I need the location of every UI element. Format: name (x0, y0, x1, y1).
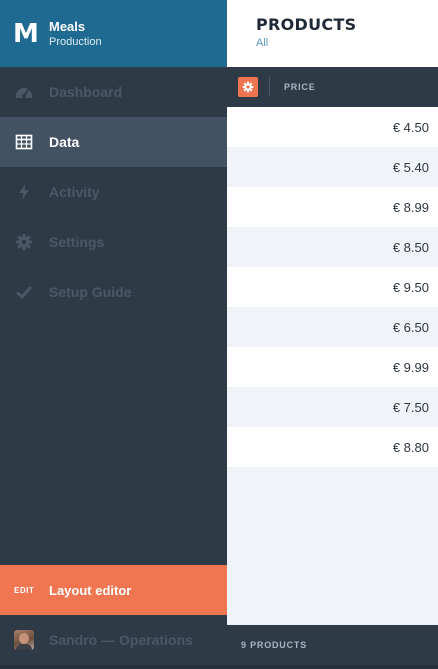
dashboard-icon (15, 83, 33, 101)
main-panel: PRODUCTS All PRICE € 4.50 € 5.40 € 8.99 … (227, 0, 438, 669)
table-row[interactable]: € 7.50 (227, 387, 438, 427)
window-bottom-edge (0, 665, 438, 669)
table-row[interactable]: € 8.80 (227, 427, 438, 467)
table-row[interactable]: € 8.99 (227, 187, 438, 227)
table-row[interactable]: € 6.50 (227, 307, 438, 347)
check-icon (15, 283, 33, 301)
sidebar-item-label: Dashboard (49, 84, 123, 100)
table-row[interactable]: € 4.50 (227, 107, 438, 147)
sidebar-item-label: Settings (49, 234, 105, 250)
environment-label: Production (49, 35, 102, 48)
table-settings-button[interactable] (238, 77, 258, 97)
table-icon (15, 133, 33, 151)
table-footer: 9 PRODUCTS (227, 625, 438, 665)
app-logo: M (13, 18, 39, 49)
divider (269, 77, 270, 97)
sidebar: M Meals Production Dashboard Data Activi… (0, 0, 227, 669)
page-header: PRODUCTS All (227, 0, 438, 67)
sidebar-item-setup-guide[interactable]: Setup Guide (0, 267, 227, 317)
layout-editor-label: Layout editor (49, 582, 132, 598)
table-row[interactable]: € 8.50 (227, 227, 438, 267)
brand-text: Meals Production (49, 19, 102, 49)
page-title: PRODUCTS (256, 15, 357, 34)
column-header-price[interactable]: PRICE (284, 82, 316, 92)
table-row[interactable]: € 5.40 (227, 147, 438, 187)
bolt-icon (15, 183, 33, 201)
gear-icon (242, 81, 254, 93)
app-name: Meals (49, 18, 86, 34)
view-filter[interactable]: All (256, 36, 438, 50)
table-row[interactable]: € 9.50 (227, 267, 438, 307)
sidebar-item-data[interactable]: Data (0, 117, 227, 167)
sidebar-item-label: Setup Guide (49, 284, 132, 300)
table-body: € 4.50 € 5.40 € 8.99 € 8.50 € 9.50 € 6.5… (227, 107, 438, 467)
sidebar-item-settings[interactable]: Settings (0, 217, 227, 267)
user-menu[interactable]: Sandro — Operations (0, 615, 227, 665)
table-header: PRICE (227, 67, 438, 107)
avatar (14, 630, 34, 650)
user-name: Sandro — Operations (49, 632, 193, 648)
sidebar-item-label: Data (49, 134, 80, 150)
edit-tag: EDIT (14, 585, 35, 595)
sidebar-item-dashboard[interactable]: Dashboard (0, 67, 227, 117)
sidebar-item-label: Activity (49, 184, 100, 200)
record-count: 9 PRODUCTS (241, 640, 308, 650)
app-brand[interactable]: M Meals Production (0, 0, 227, 67)
sidebar-item-activity[interactable]: Activity (0, 167, 227, 217)
table-row[interactable]: € 9.99 (227, 347, 438, 387)
layout-editor-button[interactable]: EDIT Layout editor (0, 565, 227, 615)
gear-icon (15, 233, 33, 251)
sidebar-nav: Dashboard Data Activity Settings Setup G… (0, 67, 227, 317)
